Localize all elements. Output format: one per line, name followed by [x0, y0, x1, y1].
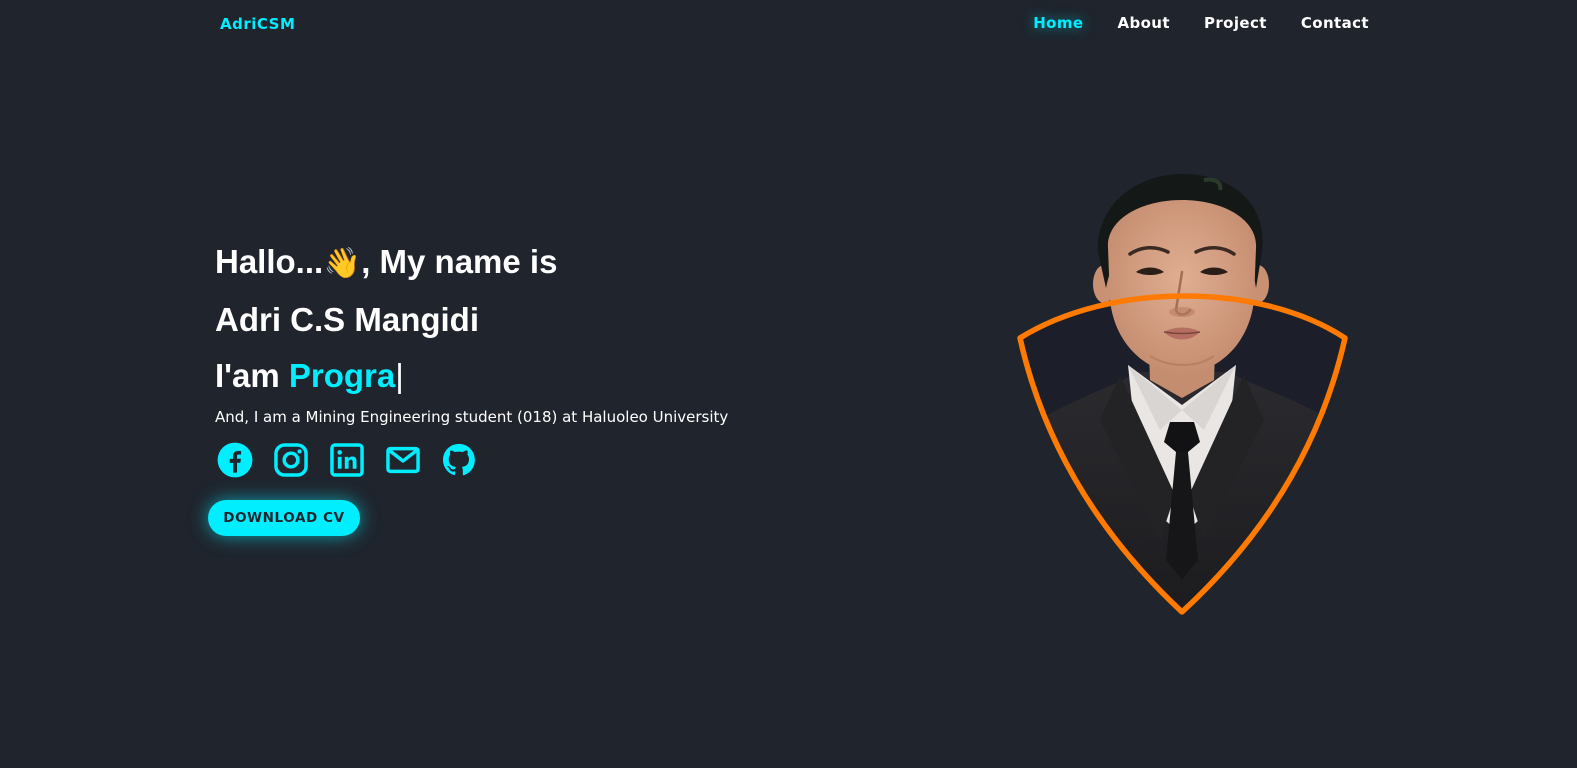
github-icon[interactable]: [439, 440, 479, 480]
role-typed-text: Progra: [288, 357, 396, 394]
greeting-text: Hallo...: [215, 243, 324, 280]
social-links: [215, 440, 728, 480]
role-prefix: I'am: [215, 357, 289, 394]
nav-about[interactable]: About: [1117, 14, 1170, 32]
profile-photo: [1017, 174, 1348, 615]
waving-hand-icon: 👋: [323, 247, 361, 280]
description: And, I am a Mining Engineering student (…: [215, 408, 729, 426]
mail-icon[interactable]: [383, 440, 423, 480]
nav-contact[interactable]: Contact: [1301, 14, 1369, 32]
role-heading: I'am Progra|: [215, 348, 728, 404]
name-heading: Adri C.S Mangidi: [215, 301, 479, 338]
download-cv-button[interactable]: DOWNLOAD CV: [208, 500, 360, 536]
profile-portrait: [1000, 160, 1370, 630]
nav-project[interactable]: Project: [1204, 14, 1267, 32]
page: AdriCSM Home About Project Contact Hallo…: [0, 0, 1577, 768]
logo[interactable]: AdriCSM: [220, 15, 295, 33]
hero-section: Hallo...👋, My name is Adri C.S Mangidi I…: [215, 234, 728, 480]
greeting-heading: Hallo...👋, My name is: [215, 234, 728, 292]
linkedin-icon[interactable]: [327, 440, 367, 480]
instagram-icon[interactable]: [271, 440, 311, 480]
facebook-icon[interactable]: [215, 440, 255, 480]
greeting-suffix: , My name is: [361, 243, 558, 280]
nav-home[interactable]: Home: [1033, 14, 1083, 32]
typing-caret: |: [395, 357, 404, 394]
main-nav: Home About Project Contact: [1033, 14, 1369, 32]
